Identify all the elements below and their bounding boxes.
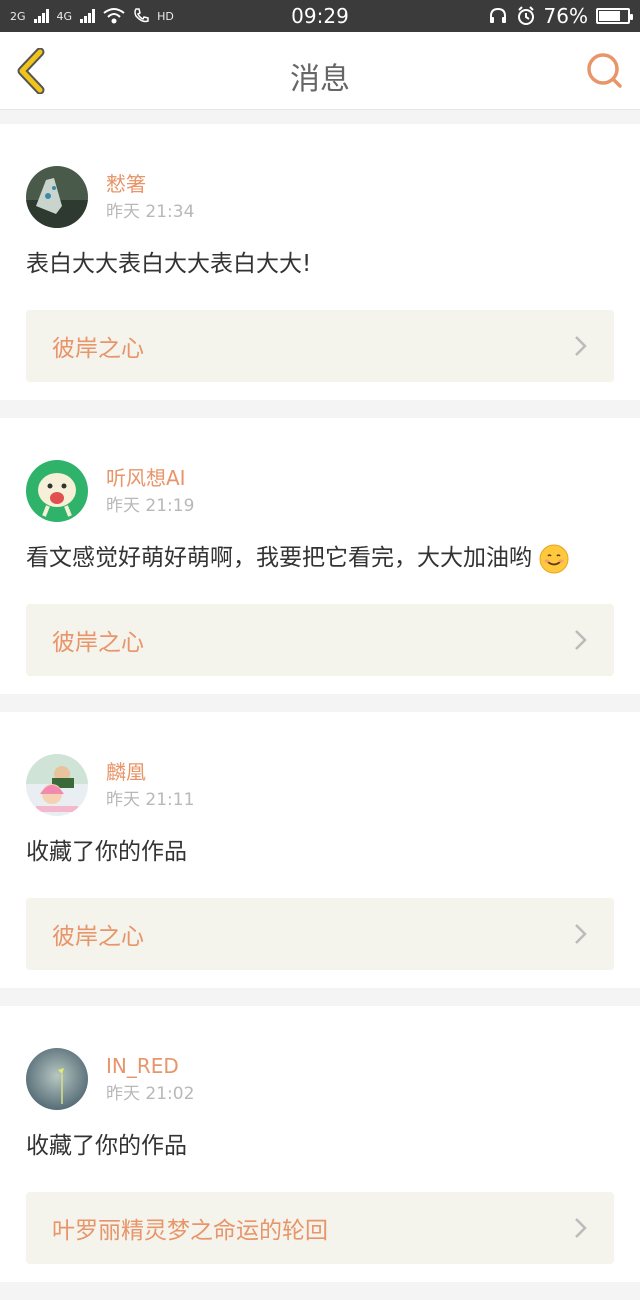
user-name[interactable]: 麟凰 [106, 758, 194, 786]
avatar[interactable] [26, 754, 88, 816]
user-name[interactable]: 听风想AI [106, 464, 194, 492]
message-card: 慭箸 昨天 21:34 表白大大表白大大表白大大! 彼岸之心 [0, 124, 640, 400]
signal-icon [33, 9, 49, 23]
message-meta: 麟凰 昨天 21:11 [106, 754, 194, 814]
message-text: 看文感觉好萌好萌啊，我要把它看完，大大加油哟 [26, 545, 532, 571]
work-title: 叶罗丽精灵梦之命运的轮回 [52, 1218, 328, 1244]
message-text: 收藏了你的作品 [26, 839, 187, 865]
avatar[interactable] [26, 1048, 88, 1110]
message-meta: IN_RED 昨天 21:02 [106, 1048, 194, 1108]
network-type-2: 4G [56, 9, 73, 23]
page-title: 消息 [290, 62, 350, 97]
message-header: IN_RED 昨天 21:02 [26, 1048, 614, 1118]
message-list: 慭箸 昨天 21:34 表白大大表白大大表白大大! 彼岸之心 听风想AI 昨天 … [0, 124, 640, 1300]
message-card: 听风想AI 昨天 21:19 看文感觉好萌好萌啊，我要把它看完，大大加油哟 彼岸… [0, 418, 640, 694]
status-left: 2G 4G HD [10, 7, 174, 25]
work-title: 彼岸之心 [52, 630, 144, 656]
work-link[interactable]: 彼岸之心 [26, 898, 614, 970]
battery-icon [596, 8, 633, 24]
message-time: 昨天 21:11 [106, 790, 195, 810]
avatar[interactable] [26, 460, 88, 522]
message-header: 听风想AI 昨天 21:19 [26, 460, 614, 530]
smile-emoji-icon [539, 544, 569, 573]
hd-label: HD [157, 9, 174, 23]
user-name[interactable]: IN_RED [106, 1052, 194, 1080]
phone-hd-icon [134, 8, 149, 23]
nav-header: 消息 [0, 32, 640, 110]
wifi-icon [103, 8, 125, 24]
message-text: 表白大大表白大大表白大大! [26, 251, 312, 277]
status-bar: 2G 4G HD 09:29 76% [0, 0, 640, 32]
chevron-right-icon [575, 924, 587, 944]
status-right: 76% [488, 4, 633, 28]
message-card: 麟凰 昨天 21:11 收藏了你的作品 彼岸之心 [0, 712, 640, 988]
work-link[interactable]: 彼岸之心 [26, 310, 614, 382]
search-icon[interactable] [584, 50, 626, 92]
work-title: 彼岸之心 [52, 924, 144, 950]
message-text: 收藏了你的作品 [26, 1133, 187, 1159]
message-header: 麟凰 昨天 21:11 [26, 754, 614, 824]
network-type-1: 2G [10, 9, 26, 23]
user-name[interactable]: 慭箸 [106, 170, 194, 198]
message-time: 昨天 21:34 [106, 202, 195, 222]
message-card: IN_RED 昨天 21:02 收藏了你的作品 叶罗丽精灵梦之命运的轮回 [0, 1006, 640, 1282]
chevron-right-icon [575, 630, 587, 650]
message-text-row: 看文感觉好萌好萌啊，我要把它看完，大大加油哟 [26, 540, 614, 584]
alarm-icon [517, 6, 534, 25]
message-meta: 听风想AI 昨天 21:19 [106, 460, 194, 520]
message-meta: 慭箸 昨天 21:34 [106, 166, 194, 226]
avatar[interactable] [26, 166, 88, 228]
battery-fill [599, 11, 621, 21]
headset-icon [489, 7, 506, 23]
battery-percent: 76% [543, 4, 588, 28]
chevron-right-icon [575, 1218, 587, 1238]
work-title: 彼岸之心 [52, 336, 144, 362]
signal-icon-2 [80, 9, 96, 23]
work-link[interactable]: 叶罗丽精灵梦之命运的轮回 [26, 1192, 614, 1264]
chevron-right-icon [575, 336, 587, 356]
work-link[interactable]: 彼岸之心 [26, 604, 614, 676]
message-time: 昨天 21:19 [106, 496, 195, 516]
message-time: 昨天 21:02 [106, 1084, 195, 1104]
message-header: 慭箸 昨天 21:34 [26, 166, 614, 236]
